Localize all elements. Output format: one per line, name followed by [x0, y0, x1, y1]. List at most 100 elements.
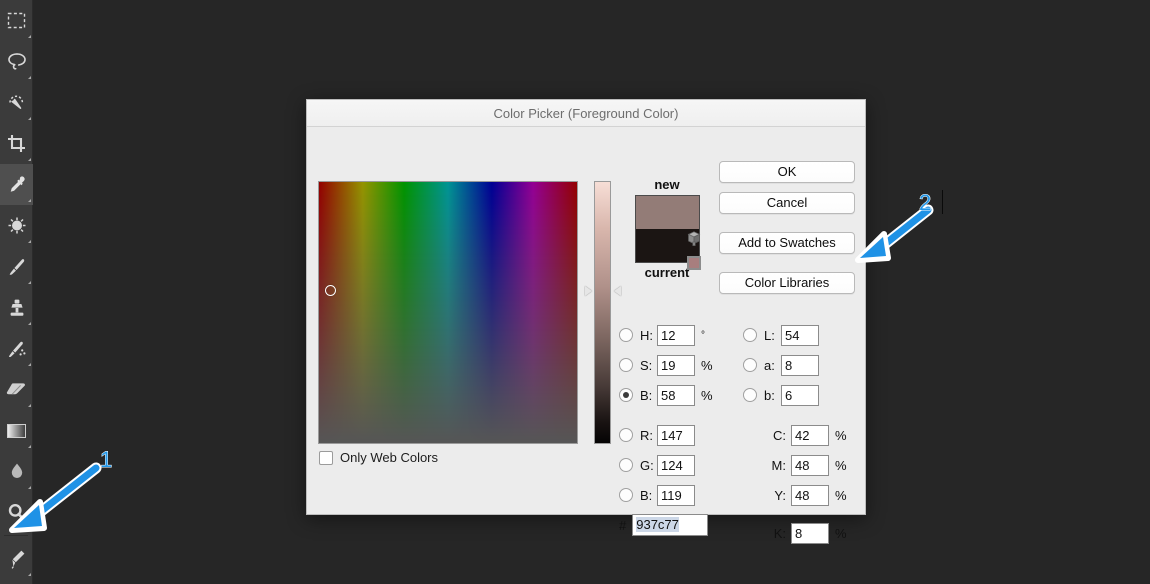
sidebar-item-blur-tool[interactable]: [0, 451, 33, 492]
gamut-warning-group[interactable]: [687, 231, 705, 270]
lasso-icon: [7, 53, 26, 70]
field-row-magenta[interactable]: M: %: [743, 450, 848, 480]
sidebar-item-lasso-tool[interactable]: [0, 41, 33, 82]
color-field[interactable]: [318, 181, 578, 444]
field-row-lightness[interactable]: L:: [743, 320, 848, 350]
hex-row[interactable]: # 937c77: [619, 514, 709, 536]
sidebar-item-quick-selection-tool[interactable]: [0, 82, 33, 123]
sidebar-item-gradient-tool[interactable]: [0, 410, 33, 451]
saturation-radio[interactable]: [619, 358, 633, 372]
sidebar-item-eyedropper-tool[interactable]: [0, 164, 33, 205]
field-row-cyan[interactable]: C: %: [743, 420, 848, 450]
hue-input[interactable]: [657, 324, 695, 346]
sidebar-item-clone-stamp-tool[interactable]: [0, 287, 33, 328]
brightness-input[interactable]: [657, 384, 695, 406]
color-field-marker[interactable]: [325, 285, 336, 296]
tool-expand-corner: [28, 76, 31, 79]
blue-radio[interactable]: [619, 488, 633, 502]
color-picker-dialog: Color Picker (Foreground Color) Only Web…: [306, 99, 866, 544]
magenta-input[interactable]: [791, 454, 829, 476]
sidebar-item-brush-tool[interactable]: [0, 246, 33, 287]
slider-marker-right[interactable]: [614, 286, 621, 296]
sidebar-item-pen-tool[interactable]: [0, 538, 33, 579]
sidebar-item-healing-brush-tool[interactable]: [0, 205, 33, 246]
brightness-radio[interactable]: [619, 388, 633, 402]
sidebar-item-crop-tool[interactable]: [0, 123, 33, 164]
field-row-red[interactable]: R:: [619, 420, 714, 450]
slider-marker-left[interactable]: [585, 286, 592, 296]
sidebar-item-eraser-tool[interactable]: [0, 369, 33, 410]
field-row-yellow[interactable]: Y: %: [743, 480, 848, 510]
lab-b-input[interactable]: [781, 384, 819, 406]
field-row-hue[interactable]: H: °: [619, 320, 714, 350]
cyan-label: C:: [773, 427, 786, 443]
not-web-safe-color-icon[interactable]: [687, 256, 701, 270]
annotation-label-1: 1: [99, 447, 113, 473]
dialog-title: Color Picker (Foreground Color): [493, 105, 679, 121]
tool-expand-corner: [28, 199, 31, 202]
black-label: K:: [773, 525, 786, 541]
magenta-label: M:: [771, 457, 786, 473]
lab-b-label: b:: [764, 387, 775, 403]
green-input[interactable]: [657, 454, 695, 476]
annotation-label-2: 2: [918, 190, 932, 216]
sidebar-item-type-tool[interactable]: T: [0, 579, 33, 584]
only-web-colors-row[interactable]: Only Web Colors: [319, 450, 438, 465]
lab-cmyk-column: L: a: b: C: %: [743, 320, 848, 548]
only-web-colors-label: Only Web Colors: [340, 450, 439, 465]
saturation-input[interactable]: [657, 354, 695, 376]
cancel-button[interactable]: Cancel: [719, 192, 855, 214]
brightness-slider-track[interactable]: [594, 181, 611, 444]
hex-input[interactable]: 937c77: [632, 514, 709, 536]
color-libraries-button[interactable]: Color Libraries: [719, 272, 855, 294]
out-of-gamut-warning-icon[interactable]: [687, 231, 701, 246]
dialog-buttons: OK Cancel Add to Swatches Color Librarie…: [719, 161, 855, 294]
sidebar-item-history-brush-tool[interactable]: [0, 328, 33, 369]
blue-label: B:: [640, 487, 653, 503]
tools-panel[interactable]: T: [0, 0, 33, 584]
hue-label: H:: [640, 327, 653, 343]
hex-value: 937c77: [636, 517, 679, 532]
sidebar-item-rectangular-marquee-tool[interactable]: [0, 0, 33, 41]
healing-brush-icon: [8, 217, 25, 234]
green-radio[interactable]: [619, 458, 633, 472]
field-row-brightness[interactable]: B: %: [619, 380, 714, 410]
tool-expand-corner: [28, 117, 31, 120]
lab-a-radio[interactable]: [743, 358, 757, 372]
brightness-overlay-layer: [319, 182, 577, 443]
field-row-lab-a[interactable]: a:: [743, 350, 848, 380]
new-color-swatch[interactable]: [635, 196, 699, 229]
tool-expand-corner: [28, 322, 31, 325]
ok-button[interactable]: OK: [719, 161, 855, 183]
history-brush-icon: [8, 341, 25, 357]
brightness-slider[interactable]: [585, 181, 621, 444]
clone-stamp-icon: [10, 299, 23, 316]
field-row-blue[interactable]: B:: [619, 480, 714, 510]
field-row-green[interactable]: G:: [619, 450, 714, 480]
tool-expand-corner: [28, 158, 31, 161]
yellow-input[interactable]: [791, 484, 829, 506]
eraser-icon: [6, 383, 25, 395]
blue-input[interactable]: [657, 484, 695, 506]
field-row-black[interactable]: K: %: [743, 518, 848, 548]
toolbar-divider: [4, 535, 28, 536]
only-web-colors-checkbox[interactable]: [319, 450, 333, 465]
field-row-saturation[interactable]: S: %: [619, 350, 714, 380]
marquee-icon: [7, 12, 26, 29]
lightness-radio[interactable]: [743, 328, 757, 342]
add-to-swatches-button[interactable]: Add to Swatches: [719, 232, 855, 254]
black-input[interactable]: [791, 522, 829, 544]
lab-b-radio[interactable]: [743, 388, 757, 402]
tool-expand-corner: [28, 363, 31, 366]
hue-radio[interactable]: [619, 328, 633, 342]
cyan-input[interactable]: [791, 424, 829, 446]
red-radio[interactable]: [619, 428, 633, 442]
lightness-input[interactable]: [781, 324, 819, 346]
red-input[interactable]: [657, 424, 695, 446]
saturation-label: S:: [640, 357, 653, 373]
pen-icon: [11, 550, 25, 569]
brightness-unit: %: [701, 387, 713, 403]
sidebar-item-dodge-tool[interactable]: [0, 492, 33, 533]
lab-a-input[interactable]: [781, 354, 819, 376]
field-row-lab-b[interactable]: b:: [743, 380, 848, 410]
